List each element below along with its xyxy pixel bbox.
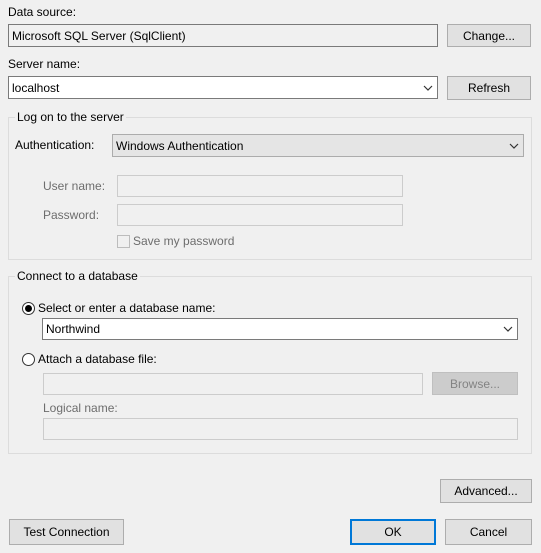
attach-database-label: Attach a database file: [38, 352, 157, 366]
radio-selected-icon [25, 305, 32, 312]
username-label: User name: [43, 179, 106, 193]
advanced-button[interactable]: Advanced... [440, 479, 532, 503]
ok-button[interactable]: OK [350, 519, 436, 545]
authentication-combobox[interactable]: Windows Authentication [112, 134, 524, 157]
authentication-value: Windows Authentication [116, 138, 244, 153]
password-field[interactable] [117, 204, 403, 226]
browse-button[interactable]: Browse... [432, 372, 518, 395]
chevron-down-icon[interactable] [421, 77, 435, 98]
logical-name-field[interactable] [43, 418, 518, 440]
server-name-combobox[interactable]: localhost [8, 76, 438, 99]
data-source-value: Microsoft SQL Server (SqlClient) [12, 28, 186, 43]
save-password-label: Save my password [133, 234, 235, 248]
chevron-down-icon[interactable] [501, 319, 515, 339]
data-source-field: Microsoft SQL Server (SqlClient) [8, 24, 438, 47]
logical-name-label: Logical name: [43, 401, 118, 415]
select-database-label: Select or enter a database name: [38, 301, 216, 315]
attach-file-field[interactable] [43, 373, 423, 395]
save-password-checkbox[interactable] [117, 235, 130, 248]
server-name-value: localhost [12, 80, 60, 95]
database-name-value: Northwind [46, 322, 101, 336]
chevron-down-icon[interactable] [507, 135, 521, 156]
attach-database-radio[interactable] [22, 353, 35, 366]
database-name-combobox[interactable]: Northwind [42, 318, 518, 340]
test-connection-button[interactable]: Test Connection [9, 519, 124, 545]
username-field[interactable] [117, 175, 403, 197]
refresh-button[interactable]: Refresh [447, 76, 531, 100]
change-data-source-button[interactable]: Change... [447, 24, 531, 47]
server-name-label: Server name: [8, 57, 81, 71]
cancel-button[interactable]: Cancel [445, 519, 532, 545]
password-label: Password: [43, 208, 100, 222]
logon-group-title: Log on to the server [15, 110, 126, 124]
authentication-label: Authentication: [15, 138, 95, 152]
data-source-label: Data source: [8, 5, 77, 19]
select-database-radio[interactable] [22, 302, 35, 315]
database-group-title: Connect to a database [15, 269, 140, 283]
